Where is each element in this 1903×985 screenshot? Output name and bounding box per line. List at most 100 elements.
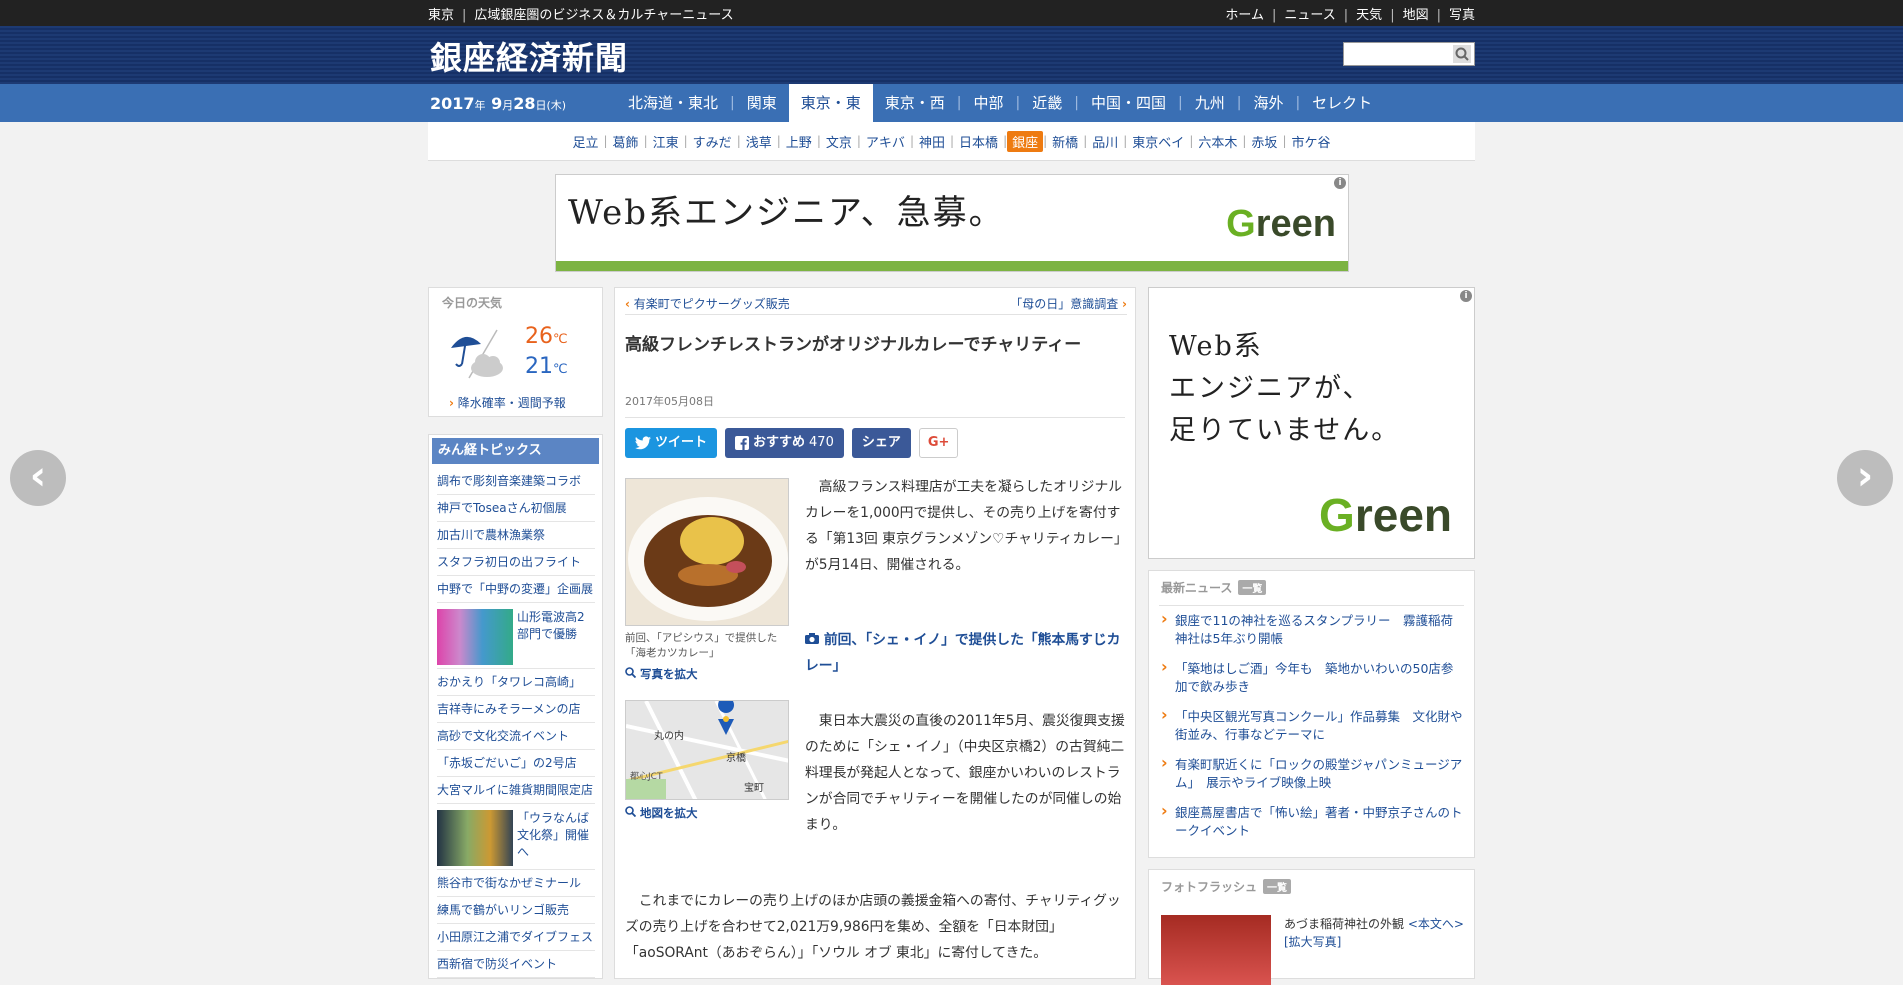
list-item[interactable]: 神戸でToseaさん初個展 [437,495,595,522]
prev-article-link[interactable]: ‹ 有楽町でピクサーグッズ販売 [625,295,790,312]
map-zoom-link[interactable]: 地図を拡大 [625,805,698,821]
facebook-share-button[interactable]: シェア [851,428,911,458]
site-tagline: 東京 | 広域銀座圏のビジネス＆カルチャーニュース [428,8,734,23]
list-item[interactable]: 有楽町駅近くに「ロックの殿堂ジャパンミュージアム」 展示やライブ映像上映 [1159,750,1464,798]
ad-info-icon[interactable]: i [1460,290,1472,302]
location-map[interactable]: 丸の内 京橋 宝町 都心JCT [625,700,789,800]
photo-flash: フォトフラッシュ 一覧 あづま稲荷神社の外観 <本文へ> [拡大写真] [1148,869,1475,985]
list-item[interactable]: 大宮マルイに雑貨期間限定店 [437,777,595,804]
google-plus-button[interactable]: G+ [918,428,959,458]
top-link-weather[interactable]: 天気 [1356,8,1382,23]
list-item[interactable]: 中野で「中野の変遷」企画展 [437,576,595,603]
area-kanda[interactable]: 神田 [914,131,950,152]
news-list: 銀座で11の神社を巡るスタンプラリー 霧護稲荷神社は5年ぶり開帳 「築地はしご酒… [1159,605,1464,846]
top-link-photo[interactable]: 写真 [1449,8,1475,23]
facebook-recommend-button[interactable]: おすすめ 470 [725,428,844,458]
photo-zoom-link[interactable]: 写真を拡大 [625,666,698,682]
area-katsushika[interactable]: 葛飾 [608,131,644,152]
area-ginza[interactable]: 銀座 [1007,130,1044,152]
curry-photo[interactable] [625,478,789,626]
news-list-tag[interactable]: 一覧 [1238,580,1267,595]
area-asakusa[interactable]: 浅草 [741,131,777,152]
site-logo[interactable]: 銀座経済新聞 [430,33,628,79]
article: ‹ 有楽町でピクサーグッズ販売 「母の日」意識調査 › 高級フレンチレストランが… [614,287,1136,979]
photo-list-tag[interactable]: 一覧 [1263,879,1292,894]
list-item[interactable]: 練馬で鶴がいリンゴ販売 [437,897,595,924]
region-tab-kanto[interactable]: 関東 [735,84,789,122]
area-nav: 足立 | 葛飾 | 江東 | すみだ | 浅草 | 上野 | 文京 | アキバ | 神田 | 日本… [428,122,1475,161]
area-adachi[interactable]: 足立 [567,131,603,152]
area-ichigaya[interactable]: 市ケ谷 [1286,131,1335,152]
top-link-news[interactable]: ニュース [1284,8,1335,23]
search-icon[interactable] [1453,45,1471,63]
forecast-link[interactable]: › 降水確率・週間予報 [449,394,566,411]
ad-bottom-bar [556,261,1348,271]
list-item[interactable]: 「ウラなんば文化祭」開催へ [437,804,595,870]
top-links: ホーム | ニュース | 天気 | 地図 | 写真 [1225,8,1475,23]
region-tab-chugoku[interactable]: 中国・四国 [1079,84,1178,122]
prev-page-arrow[interactable]: ‹ [10,450,66,506]
region-tab-tokyo-west[interactable]: 東京・西 [873,84,957,122]
top-link-home[interactable]: ホーム [1225,8,1264,23]
banner-ad[interactable]: Web系エンジニア、急募。 Green i [555,174,1349,272]
topics-heading: みん経トピックス [432,438,599,464]
article-nav: ‹ 有楽町でピクサーグッズ販売 「母の日」意識調査 › [625,292,1127,315]
list-item[interactable]: 「赤坂ごだいご」の2号店 [437,750,595,777]
area-shinagawa[interactable]: 品川 [1087,131,1123,152]
list-item[interactable]: 西新宿で防災イベント [437,951,595,978]
sidebar-ad[interactable]: Web系 エンジニアが、 足りていません。 Green i [1148,287,1475,559]
umbrella-cloud-icon [451,329,503,379]
area-ueno[interactable]: 上野 [781,131,817,152]
photo-flash-image[interactable] [1161,915,1271,985]
list-item[interactable]: 熊谷市で街なかぜミナール [437,870,595,897]
area-koto[interactable]: 江東 [648,131,684,152]
tagline: 広域銀座圏のビジネス＆カルチャーニュース [474,8,734,23]
topic-thumbnail [437,810,513,866]
region-tab-tokyo-east[interactable]: 東京・東 [788,84,873,122]
area-akiba[interactable]: アキバ [861,131,910,152]
search-input[interactable] [1346,44,1450,66]
region-tab-kyushu[interactable]: 九州 [1183,84,1237,122]
region-nav: 2017年 9月28日(木) 北海道・東北 | 関東 東京・東 東京・西 | 中部 |… [0,84,1903,122]
next-article-link[interactable]: 「母の日」意識調査 › [1010,295,1127,312]
photo-flash-zoom-link[interactable]: [拡大写真] [1284,935,1341,949]
region-tab-chubu[interactable]: 中部 [962,84,1016,122]
next-page-arrow[interactable]: › [1837,450,1893,506]
zoom-icon [625,667,637,679]
area-akasaka[interactable]: 赤坂 [1246,131,1282,152]
topic-thumbnail [437,609,513,665]
list-item[interactable]: 「築地はしご酒」今年も 築地かいわいの50店参加で飲み歩き [1159,654,1464,702]
list-item[interactable]: 「中央区観光写真コンクール」作品募集 文化財や街並み、行事などテーマに [1159,702,1464,750]
list-item[interactable]: 小田原江之浦でダイブフェス [437,924,595,951]
region-tab-select[interactable]: セレクト [1300,84,1384,122]
list-item[interactable]: 銀座で11の神社を巡るスタンプラリー 霧護稲荷神社は5年ぶり開帳 [1159,606,1464,654]
area-bunkyo[interactable]: 文京 [821,131,857,152]
photo-flash-caption: あづま稲荷神社の外観 <本文へ> [拡大写真] [1284,917,1464,949]
list-item[interactable]: おかえり「タワレコ高崎」 [437,669,595,696]
list-item[interactable]: 調布で彫刻音楽建築コラボ [437,468,595,495]
area-shinbashi[interactable]: 新橋 [1047,131,1083,152]
photo-flash-more-link[interactable]: <本文へ> [1408,917,1464,931]
area-roppongi[interactable]: 六本木 [1193,131,1242,152]
list-item[interactable]: 吉祥寺にみそラーメンの店 [437,696,595,723]
top-link-map[interactable]: 地図 [1403,8,1429,23]
list-item[interactable]: スタフラ初日の出フライト [437,549,595,576]
list-item[interactable]: 山形電波高2部門で優勝 [437,603,595,669]
area-nihonbashi[interactable]: 日本橋 [954,131,1003,152]
ad-brand-logo: Green [1226,203,1336,245]
region-tab-hokkaido[interactable]: 北海道・東北 [616,84,730,122]
area-sumida[interactable]: すみだ [688,131,737,152]
related-photo-link[interactable]: 前回、「シェ・イノ」で提供した「熊本馬すじカレー」 [805,627,1129,679]
region-tab-overseas[interactable]: 海外 [1241,84,1295,122]
list-item[interactable]: 加古川で農林漁業祭 [437,522,595,549]
ad-info-icon[interactable]: i [1334,177,1346,189]
minkei-topics: みん経トピックス 調布で彫刻音楽建築コラボ 神戸でToseaさん初個展 加古川で… [428,434,603,979]
temp-low: 21℃ [525,354,568,379]
weather-heading: 今日の天気 [442,296,503,310]
list-item[interactable]: 銀座蔦屋書店で「怖い絵」著者・中野京子さんのトークイベント [1159,798,1464,846]
region-tab-kinki[interactable]: 近畿 [1020,84,1074,122]
ad-copy: Web系 エンジニアが、 足りていません。 [1169,331,1401,446]
list-item[interactable]: 高砂で文化交流イベント [437,723,595,750]
area-tokyobay[interactable]: 東京ベイ [1127,131,1189,152]
tweet-button[interactable]: ツイート [625,428,718,458]
